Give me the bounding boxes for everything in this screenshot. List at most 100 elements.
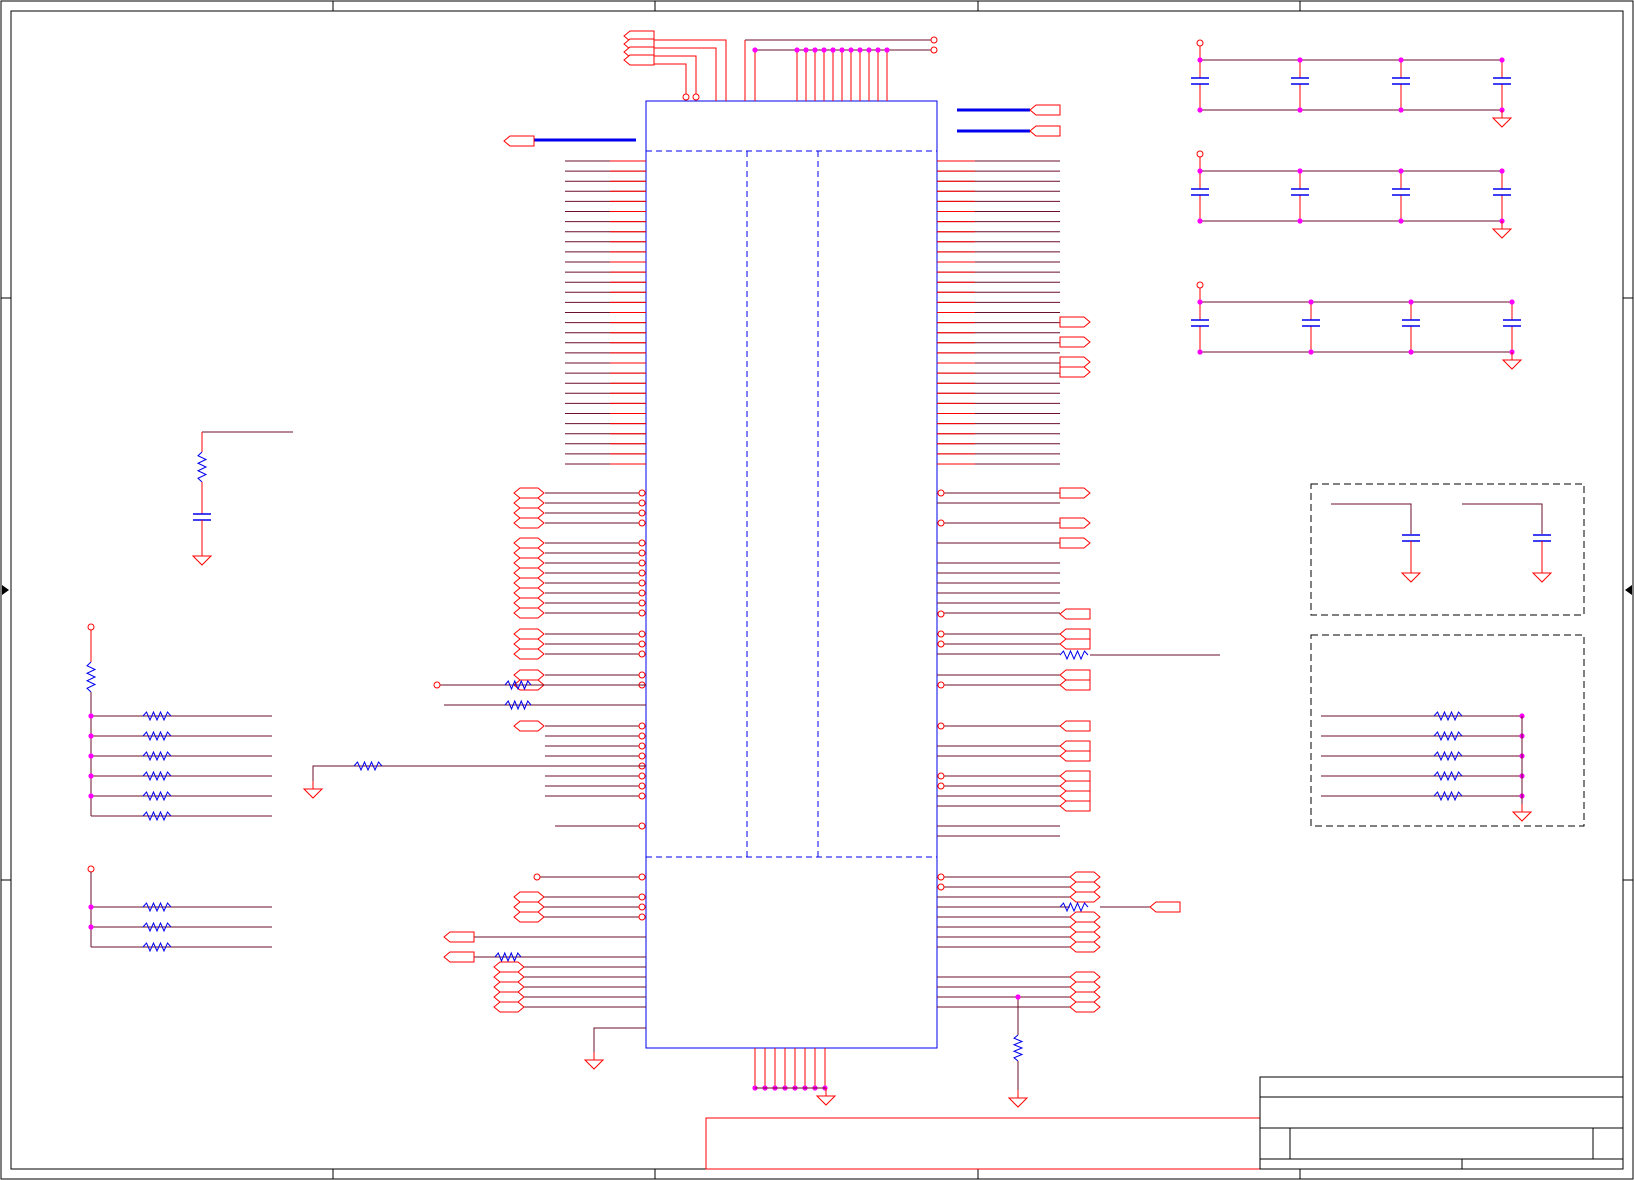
pin-terminal	[533, 873, 541, 881]
ground-triangle	[302, 788, 324, 799]
pin-terminal	[638, 499, 646, 507]
port-icon	[513, 487, 545, 499]
ground-icon	[1531, 565, 1553, 583]
pin-terminal	[638, 519, 646, 527]
capacitor-icon	[1402, 534, 1420, 542]
port-icon	[623, 54, 655, 66]
port-icon	[1029, 125, 1061, 137]
resistor-zigzag	[1059, 649, 1089, 661]
pin-terminal	[638, 630, 646, 638]
pin-terminal	[638, 509, 646, 517]
ground-icon	[302, 781, 324, 799]
pin-terminal	[937, 489, 945, 497]
port-icon	[493, 991, 525, 1003]
ground-icon	[1491, 110, 1513, 128]
port-icon	[1059, 487, 1091, 499]
ground-triangle	[1400, 572, 1422, 583]
junction-dot	[1015, 994, 1021, 1000]
port-icon	[1059, 790, 1091, 802]
wire	[1331, 503, 1412, 534]
pin-terminal	[930, 36, 938, 44]
port-icon	[1069, 881, 1101, 893]
port-icon	[513, 607, 545, 619]
port-icon	[1059, 517, 1091, 529]
port-icon	[493, 961, 525, 973]
pin-terminal	[937, 722, 945, 730]
junction-dot	[88, 773, 94, 779]
port-icon	[443, 951, 475, 963]
junction-dot	[88, 904, 94, 910]
pin-terminal	[638, 579, 646, 587]
port-icon	[513, 638, 545, 650]
port-icon	[513, 597, 545, 609]
port-icon	[1059, 669, 1091, 681]
port-icon	[513, 587, 545, 599]
pin-terminal	[638, 489, 646, 497]
ground-icon	[815, 1088, 837, 1106]
port-icon	[1059, 628, 1091, 640]
ground-icon	[583, 1052, 605, 1070]
junction-dot	[1197, 107, 1203, 113]
pin-terminal	[692, 93, 700, 101]
port-icon	[1059, 608, 1091, 620]
pin-terminal	[638, 903, 646, 911]
port-icon	[443, 931, 475, 943]
port-icon	[1059, 720, 1091, 732]
pin-terminal	[638, 732, 646, 740]
ground-triangle	[1491, 117, 1513, 128]
junction-dot	[1308, 299, 1314, 305]
port-icon	[1059, 537, 1091, 549]
port-icon	[513, 901, 545, 913]
pin-terminal	[937, 772, 945, 780]
port-icon	[513, 537, 545, 549]
port-icon	[1069, 871, 1101, 883]
pin-terminal	[937, 883, 945, 891]
junction-dot	[1398, 57, 1404, 63]
pin-terminal	[937, 519, 945, 527]
port-icon	[1059, 336, 1091, 348]
port-icon	[1069, 941, 1101, 953]
junction-dot	[88, 793, 94, 799]
port-icon	[1059, 740, 1091, 752]
pin-terminal	[638, 913, 646, 921]
pin-terminal	[638, 640, 646, 648]
capacitor-icon	[1392, 188, 1410, 196]
port-icon	[513, 669, 545, 681]
center-marker	[2, 585, 9, 595]
pin-terminal	[937, 640, 945, 648]
ground-icon	[1491, 221, 1513, 239]
capacitor-icon	[1291, 188, 1309, 196]
resistor-zigzag	[1012, 1034, 1024, 1062]
pin-terminal	[638, 589, 646, 597]
junction-dot	[1408, 349, 1414, 355]
optional-component-boxes	[1310, 483, 1585, 827]
junction-dot	[1197, 349, 1203, 355]
ground-icon	[1400, 565, 1422, 583]
pin-terminal	[638, 873, 646, 881]
junction-dot	[866, 47, 872, 53]
resistor-icon	[196, 451, 208, 483]
wire	[1462, 503, 1543, 534]
ground-wire	[312, 765, 646, 781]
resistor-zigzag	[85, 661, 97, 693]
pin-terminal	[87, 865, 95, 873]
junction-dot	[1297, 218, 1303, 224]
junction-dot	[1509, 299, 1515, 305]
capacitor-icon	[1493, 77, 1511, 85]
ground-icon	[1501, 352, 1523, 370]
junction-dot	[812, 47, 818, 53]
ground-icon	[1007, 1090, 1029, 1108]
capacitor-bank	[1191, 39, 1513, 128]
pin-terminal	[937, 681, 945, 689]
port-icon	[1069, 921, 1101, 933]
junction-dot	[1197, 57, 1203, 63]
junction-dot	[1398, 107, 1404, 113]
title-box	[1259, 1076, 1624, 1170]
port-icon	[513, 720, 545, 732]
pin-terminal	[937, 782, 945, 790]
junction-dot	[1297, 107, 1303, 113]
pin-terminal	[638, 772, 646, 780]
pin-terminal	[1196, 150, 1204, 158]
outer-border	[0, 0, 1634, 1180]
pin-terminal	[1196, 39, 1204, 47]
